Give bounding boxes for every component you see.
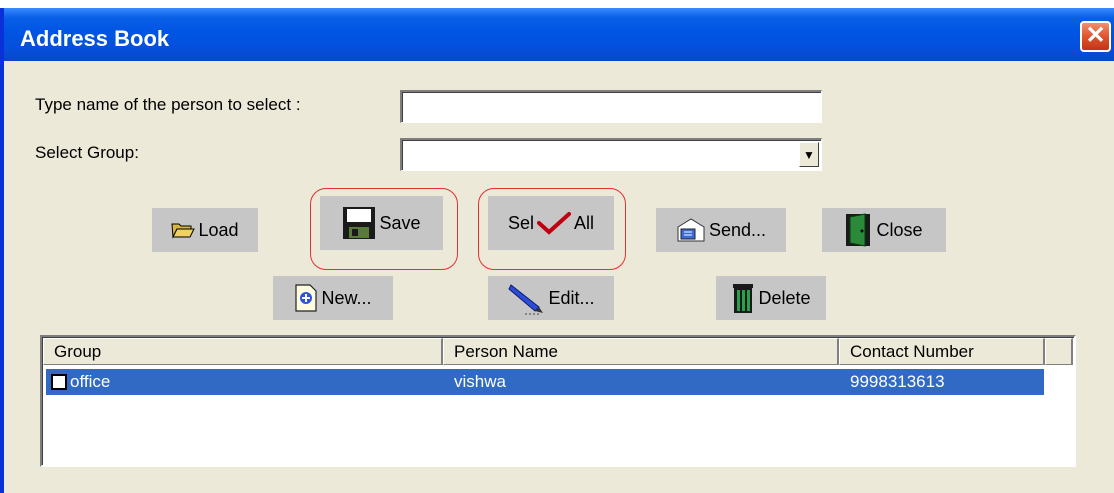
new-button-label: New... <box>321 287 372 308</box>
floppy-disk-icon <box>342 206 376 240</box>
save-button-label: Save <box>379 212 421 233</box>
send-button[interactable]: Send... <box>656 208 786 252</box>
chevron-down-icon[interactable]: ▼ <box>799 142 819 167</box>
row-checkbox[interactable] <box>51 374 67 390</box>
group-select-label: Select Group: <box>35 143 139 162</box>
pen-icon <box>507 281 545 315</box>
new-document-icon <box>294 284 318 312</box>
column-header-person-name[interactable]: Person Name <box>443 338 839 365</box>
envelope-icon <box>676 217 706 243</box>
close-button[interactable]: Close <box>822 208 946 252</box>
column-header-group[interactable]: Group <box>43 338 443 365</box>
edit-button[interactable]: Edit... <box>488 276 614 320</box>
trash-can-icon <box>731 282 755 314</box>
folder-open-icon <box>171 221 196 239</box>
row-contact-cell: 9998313613 <box>850 372 945 391</box>
address-book-window: Address Book ✕ Type name of the person t… <box>0 8 1114 493</box>
group-select-dropdown[interactable]: ▼ <box>400 138 822 171</box>
close-icon: ✕ <box>1085 22 1106 49</box>
door-icon <box>845 213 873 247</box>
select-all-label-prefix: Sel <box>507 212 534 233</box>
row-person-cell: vishwa <box>454 372 506 391</box>
new-button[interactable]: New... <box>273 276 393 320</box>
select-all-label-suffix: All <box>574 212 595 233</box>
window-title: Address Book <box>20 26 170 51</box>
title-bar[interactable]: Address Book ✕ <box>4 8 1114 61</box>
save-button[interactable]: Save <box>320 196 443 250</box>
window-close-button[interactable]: ✕ <box>1080 21 1111 52</box>
load-button[interactable]: Load <box>152 208 258 252</box>
contacts-list[interactable]: Group Person Name Contact Number office … <box>40 335 1076 467</box>
select-all-button[interactable]: Sel All <box>488 196 614 250</box>
send-button-label: Send... <box>708 219 767 240</box>
delete-button[interactable]: Delete <box>716 276 826 320</box>
column-header-filler <box>1045 338 1073 365</box>
list-row[interactable]: office vishwa 9998313613 <box>46 369 1044 395</box>
load-button-label: Load <box>198 219 239 240</box>
delete-button-label: Delete <box>758 287 811 308</box>
checkmark-icon <box>537 211 571 235</box>
column-header-contact-number[interactable]: Contact Number <box>839 338 1045 365</box>
close-button-label: Close <box>876 219 923 240</box>
row-group-cell: office <box>70 372 111 391</box>
name-search-label: Type name of the person to select : <box>35 95 301 114</box>
name-search-input[interactable] <box>400 90 822 123</box>
edit-button-label: Edit... <box>548 287 595 308</box>
